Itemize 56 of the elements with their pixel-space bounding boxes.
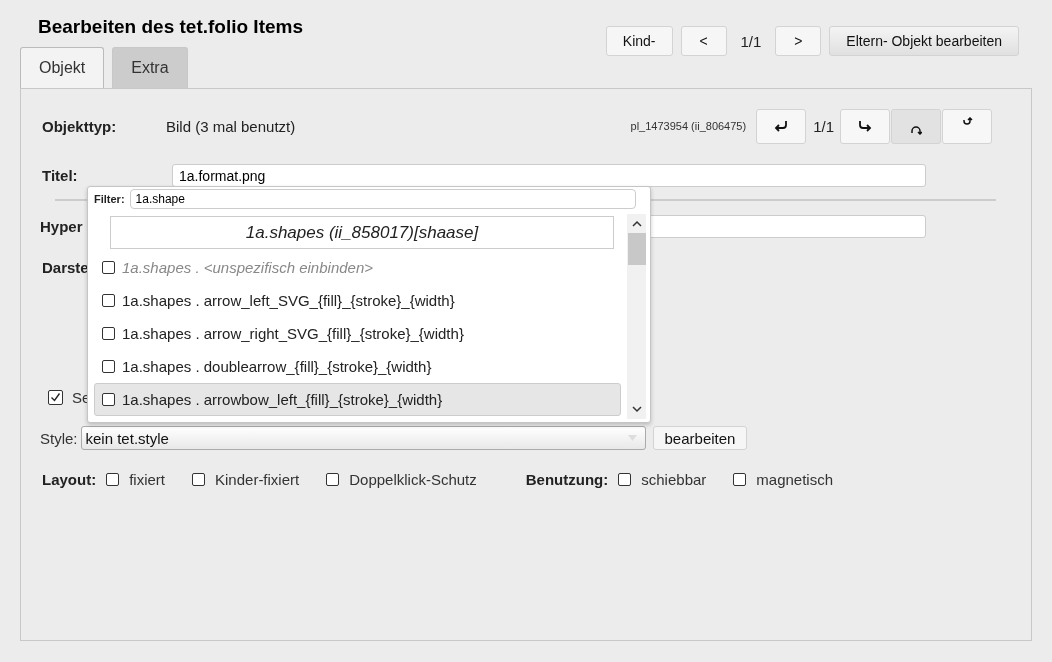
checkbox[interactable] <box>106 472 120 486</box>
list-item[interactable]: 1a.shapes . <unspezifisch einbinden> <box>94 251 627 284</box>
scroll-down-icon[interactable] <box>631 406 642 413</box>
edit-button[interactable]: bearbeiten <box>652 426 748 450</box>
scrollbar[interactable] <box>627 214 646 419</box>
field-label: Hyper <box>40 218 83 235</box>
checkbox-label: schiebbar <box>641 470 707 488</box>
checkbox-label: fixiert <box>129 470 165 488</box>
object-id: pl_1473954 (ii_806475) <box>630 120 747 132</box>
child-button[interactable]: Kind- <box>605 26 673 56</box>
list-item[interactable]: 1a.shapes . doublearrow_{fill}_{stroke}_{width} <box>94 350 627 383</box>
group-header: 1a.shapes (ii_858017)[shaase] <box>110 216 614 249</box>
position-counter: 1/1 <box>739 32 763 50</box>
arc-arrow-icon <box>961 117 973 127</box>
checkbox[interactable] <box>48 389 63 405</box>
parent-edit-button[interactable]: Eltern- Objekt bearbeiten <box>829 26 1019 56</box>
checkbox[interactable] <box>618 472 632 486</box>
object-type-value: Bild (3 mal benutzt) <box>166 117 297 135</box>
scroll-up-icon[interactable] <box>631 220 642 227</box>
list-item[interactable]: 1a.shapes . arrow_left_SVG_{fill}_{stroke}_{width} <box>94 284 627 317</box>
hook-arrow-icon <box>857 119 873 133</box>
checkbox[interactable] <box>733 472 747 486</box>
style-select[interactable]: kein tet.style <box>80 426 646 450</box>
field-label: Layout: <box>42 470 97 488</box>
field-label: Benutzung: <box>525 470 609 488</box>
scroll-thumb[interactable] <box>627 233 646 265</box>
next-button[interactable]: > <box>775 26 822 56</box>
window-title: Bearbeiten des tet.folio Items <box>38 16 303 39</box>
filter-field[interactable]: 1a.shape <box>129 189 636 209</box>
previous-button[interactable]: < <box>680 26 727 56</box>
title-field[interactable]: 1a.format.png <box>172 164 926 187</box>
checkbox-label: Kinder-fixiert <box>215 470 300 488</box>
return-arrow-icon <box>773 119 790 133</box>
field-label: Darste <box>42 258 89 276</box>
history-button[interactable] <box>756 108 807 144</box>
tab[interactable]: Extra <box>112 47 188 88</box>
tab[interactable]: Objekt <box>20 47 105 88</box>
filter-label: Filter: <box>94 193 125 205</box>
list-item[interactable]: 1a.shapes . arrowbow_left_{fill}_{stroke}_{width} <box>94 383 621 416</box>
checkbox-label: magnetisch <box>756 470 834 488</box>
dropdown-caret-icon <box>627 435 637 441</box>
checkbox[interactable] <box>102 294 115 307</box>
arc-arrow-icon <box>910 125 922 135</box>
checkbox[interactable] <box>102 393 115 406</box>
history-counter: 1/1 <box>812 117 835 135</box>
checkbox[interactable] <box>102 327 115 340</box>
field-label: Titel: <box>42 167 78 184</box>
checkbox[interactable] <box>102 360 115 373</box>
field-label: Objekttyp: <box>42 117 118 135</box>
checkbox-label: Doppelklick-Schutz <box>349 470 477 488</box>
checkbox[interactable] <box>102 261 115 274</box>
checkbox[interactable] <box>192 472 205 486</box>
checkbox[interactable] <box>326 472 340 486</box>
history-button[interactable] <box>840 108 890 144</box>
field-label: Style: <box>40 429 78 447</box>
list-item[interactable]: 1a.shapes . arrow_right_SVG_{fill}_{stroke}_{width} <box>94 317 627 350</box>
